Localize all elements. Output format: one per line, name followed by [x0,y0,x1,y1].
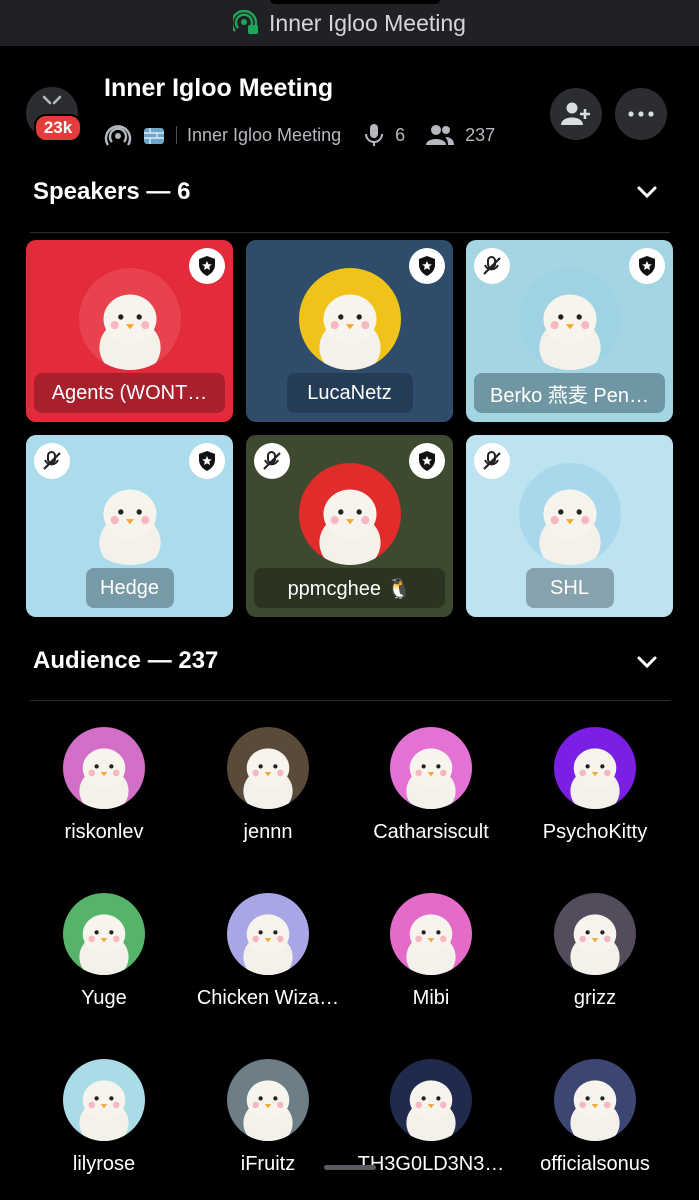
audience-member[interactable]: Chicken Wiza… [183,893,353,1010]
divider [176,126,177,144]
avatar [554,1059,636,1141]
audience-member[interactable]: Mibi [346,893,516,1010]
moderator-shield-icon [409,443,445,479]
speaker-tile[interactable]: ppmcghee 🐧 [246,435,453,617]
audience-member[interactable]: PsychoKitty [510,727,680,844]
audience-name: PsychoKitty [542,821,648,843]
speaker-tile[interactable]: SHL [466,435,673,617]
audience-member[interactable]: Yuge [19,893,189,1010]
audience-header: Audience — 237 [33,647,219,674]
listener-count: 237 [465,124,496,145]
stage-icon [104,125,132,146]
avatar [227,727,309,809]
users-icon [426,125,455,145]
avatar [519,268,621,370]
muted-microphone-icon [474,248,510,284]
speaker-tile[interactable]: Agents (WONT… [26,240,233,422]
audience-member[interactable]: TH3G0LD3N3… [346,1059,516,1176]
audience-member[interactable]: riskonlev [19,727,189,844]
avatar [63,893,145,975]
igloo-emoji-icon [144,128,164,144]
avatar [390,893,472,975]
speaker-name: SHL [525,568,614,608]
speaker-name: LucaNetz [286,373,413,413]
speaker-name: ppmcghee 🐧 [254,568,445,608]
audience-member[interactable]: grizz [510,893,680,1010]
avatar [227,893,309,975]
avatar [63,727,145,809]
avatar [299,268,401,370]
add-user-icon [561,102,590,125]
avatar [390,727,472,809]
audience-name: Mibi [412,987,450,1009]
audience-member[interactable]: iFruitz [183,1059,353,1176]
audience-member[interactable]: officialsonus [510,1059,680,1176]
audience-member[interactable]: jennn [183,727,353,844]
scroll-indicator [324,1165,376,1170]
speaker-tile[interactable]: LucaNetz [246,240,453,422]
muted-microphone-icon [254,443,290,479]
moderator-shield-icon [409,248,445,284]
avatar [390,1059,472,1141]
chevron-down-icon[interactable] [636,184,658,200]
speaker-tile[interactable]: Hedge [26,435,233,617]
audience-member[interactable]: lilyrose [19,1059,189,1176]
speaker-name: Hedge [85,568,174,608]
audience-name: lilyrose [72,1153,136,1175]
speaker-tile[interactable]: Berko 燕麦 Pen… [466,240,673,422]
speaker-count: 6 [395,124,406,145]
more-icon [628,111,654,117]
audience-name: grizz [573,987,617,1009]
avatar [299,463,401,565]
moderator-shield-icon [629,248,665,284]
avatar [63,1059,145,1141]
divider [30,232,670,233]
audience-name: jennn [243,821,293,843]
microphone-icon [365,124,384,146]
camera-notch [270,0,440,4]
avatar [554,893,636,975]
speaker-name: Berko 燕麦 Pen… [474,373,665,413]
speaker-name: Agents (WONT… [34,373,225,413]
page-title: Inner Igloo Meeting [104,74,334,102]
muted-microphone-icon [474,443,510,479]
stage-status-label: Inner Igloo Meeting [269,9,466,36]
chevron-down-icon[interactable] [636,654,658,670]
stage-icon [233,10,259,34]
audience-name: Yuge [81,987,127,1009]
moderator-shield-icon [189,248,225,284]
speakers-header: Speakers — 6 [33,178,191,205]
channel-name: Inner Igloo Meeting [187,124,342,145]
audience-name: officialsonus [540,1153,650,1175]
stage-info-row: Inner Igloo Meeting 6 237 [104,120,495,150]
audience-name: Catharsiscult [373,821,489,843]
audience-name: riskonlev [64,821,144,843]
avatar [79,268,181,370]
audience-member[interactable]: Catharsiscult [346,727,516,844]
invite-button[interactable] [550,88,602,140]
audience-name: Chicken Wiza… [196,987,340,1009]
avatar [519,463,621,565]
listener-badge: 23k [34,114,82,142]
divider [30,700,670,701]
stage-status-bar[interactable]: Inner Igloo Meeting [0,0,699,46]
moderator-shield-icon [189,443,225,479]
avatar [227,1059,309,1141]
avatar [554,727,636,809]
muted-microphone-icon [34,443,70,479]
more-options-button[interactable] [615,88,667,140]
avatar [79,463,181,565]
